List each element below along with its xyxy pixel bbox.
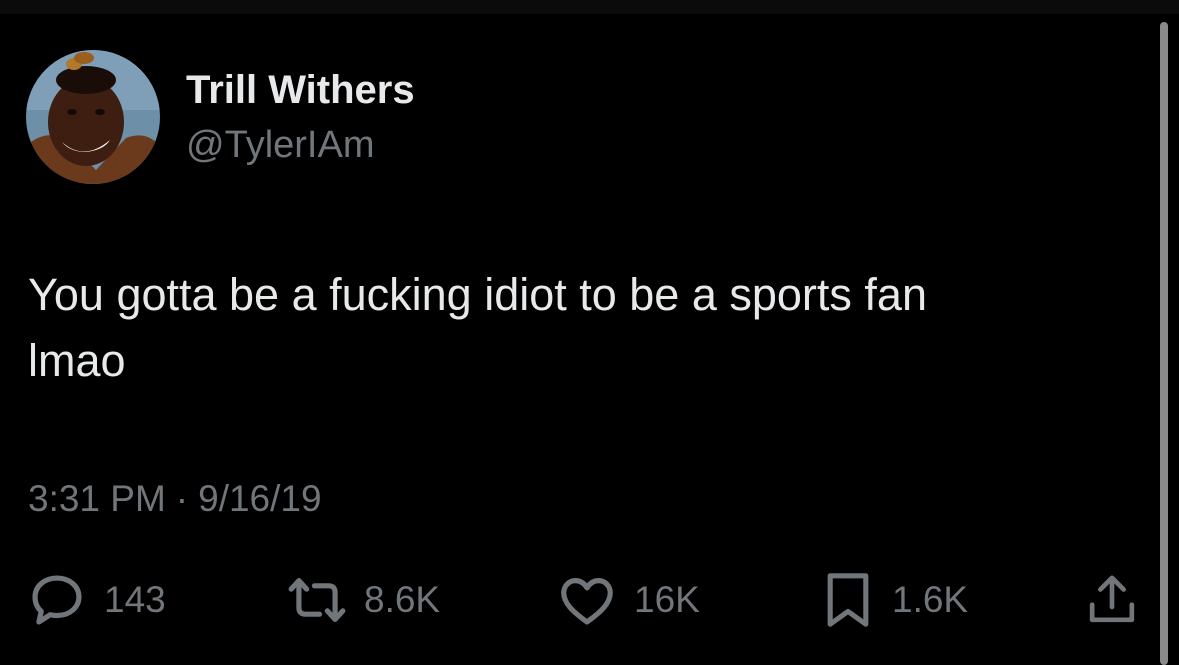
like-button[interactable]: 16K xyxy=(556,568,700,632)
action-bar: 143 8.6K 16K 1.6K xyxy=(0,568,1179,632)
tweet-time: 3:31 PM xyxy=(28,478,166,519)
reply-count: 143 xyxy=(104,579,166,620)
like-count: 16K xyxy=(634,579,700,620)
scrollbar[interactable] xyxy=(1160,22,1168,665)
tweet-date: 9/16/19 xyxy=(198,478,322,519)
bookmark-icon xyxy=(827,573,869,627)
bookmark-count: 1.6K xyxy=(892,579,969,620)
display-name[interactable]: Trill Withers xyxy=(186,68,415,113)
tweet-timestamp[interactable]: 3:31 PM · 9/16/19 xyxy=(28,478,322,520)
top-edge xyxy=(0,0,1179,14)
reply-icon xyxy=(32,575,82,625)
avatar[interactable] xyxy=(26,50,160,184)
retweet-button[interactable]: 8.6K xyxy=(286,568,440,632)
bookmark-button[interactable]: 1.6K xyxy=(820,568,968,632)
reply-button[interactable]: 143 xyxy=(26,568,166,632)
tweet-text-line: You gotta be a fucking idiot to be a spo… xyxy=(28,269,927,320)
retweet-count: 8.6K xyxy=(364,579,441,620)
share-button[interactable] xyxy=(1084,568,1140,632)
user-handle[interactable]: @TylerIAm xyxy=(186,124,374,167)
retweet-icon xyxy=(288,578,346,622)
meta-separator: · xyxy=(175,478,189,519)
heart-icon xyxy=(561,578,613,625)
tweet-text-line: lmao xyxy=(28,335,126,386)
tweet-text: You gotta be a fucking idiot to be a spo… xyxy=(28,262,1128,394)
avatar-image xyxy=(26,50,160,184)
share-icon xyxy=(1089,575,1135,623)
